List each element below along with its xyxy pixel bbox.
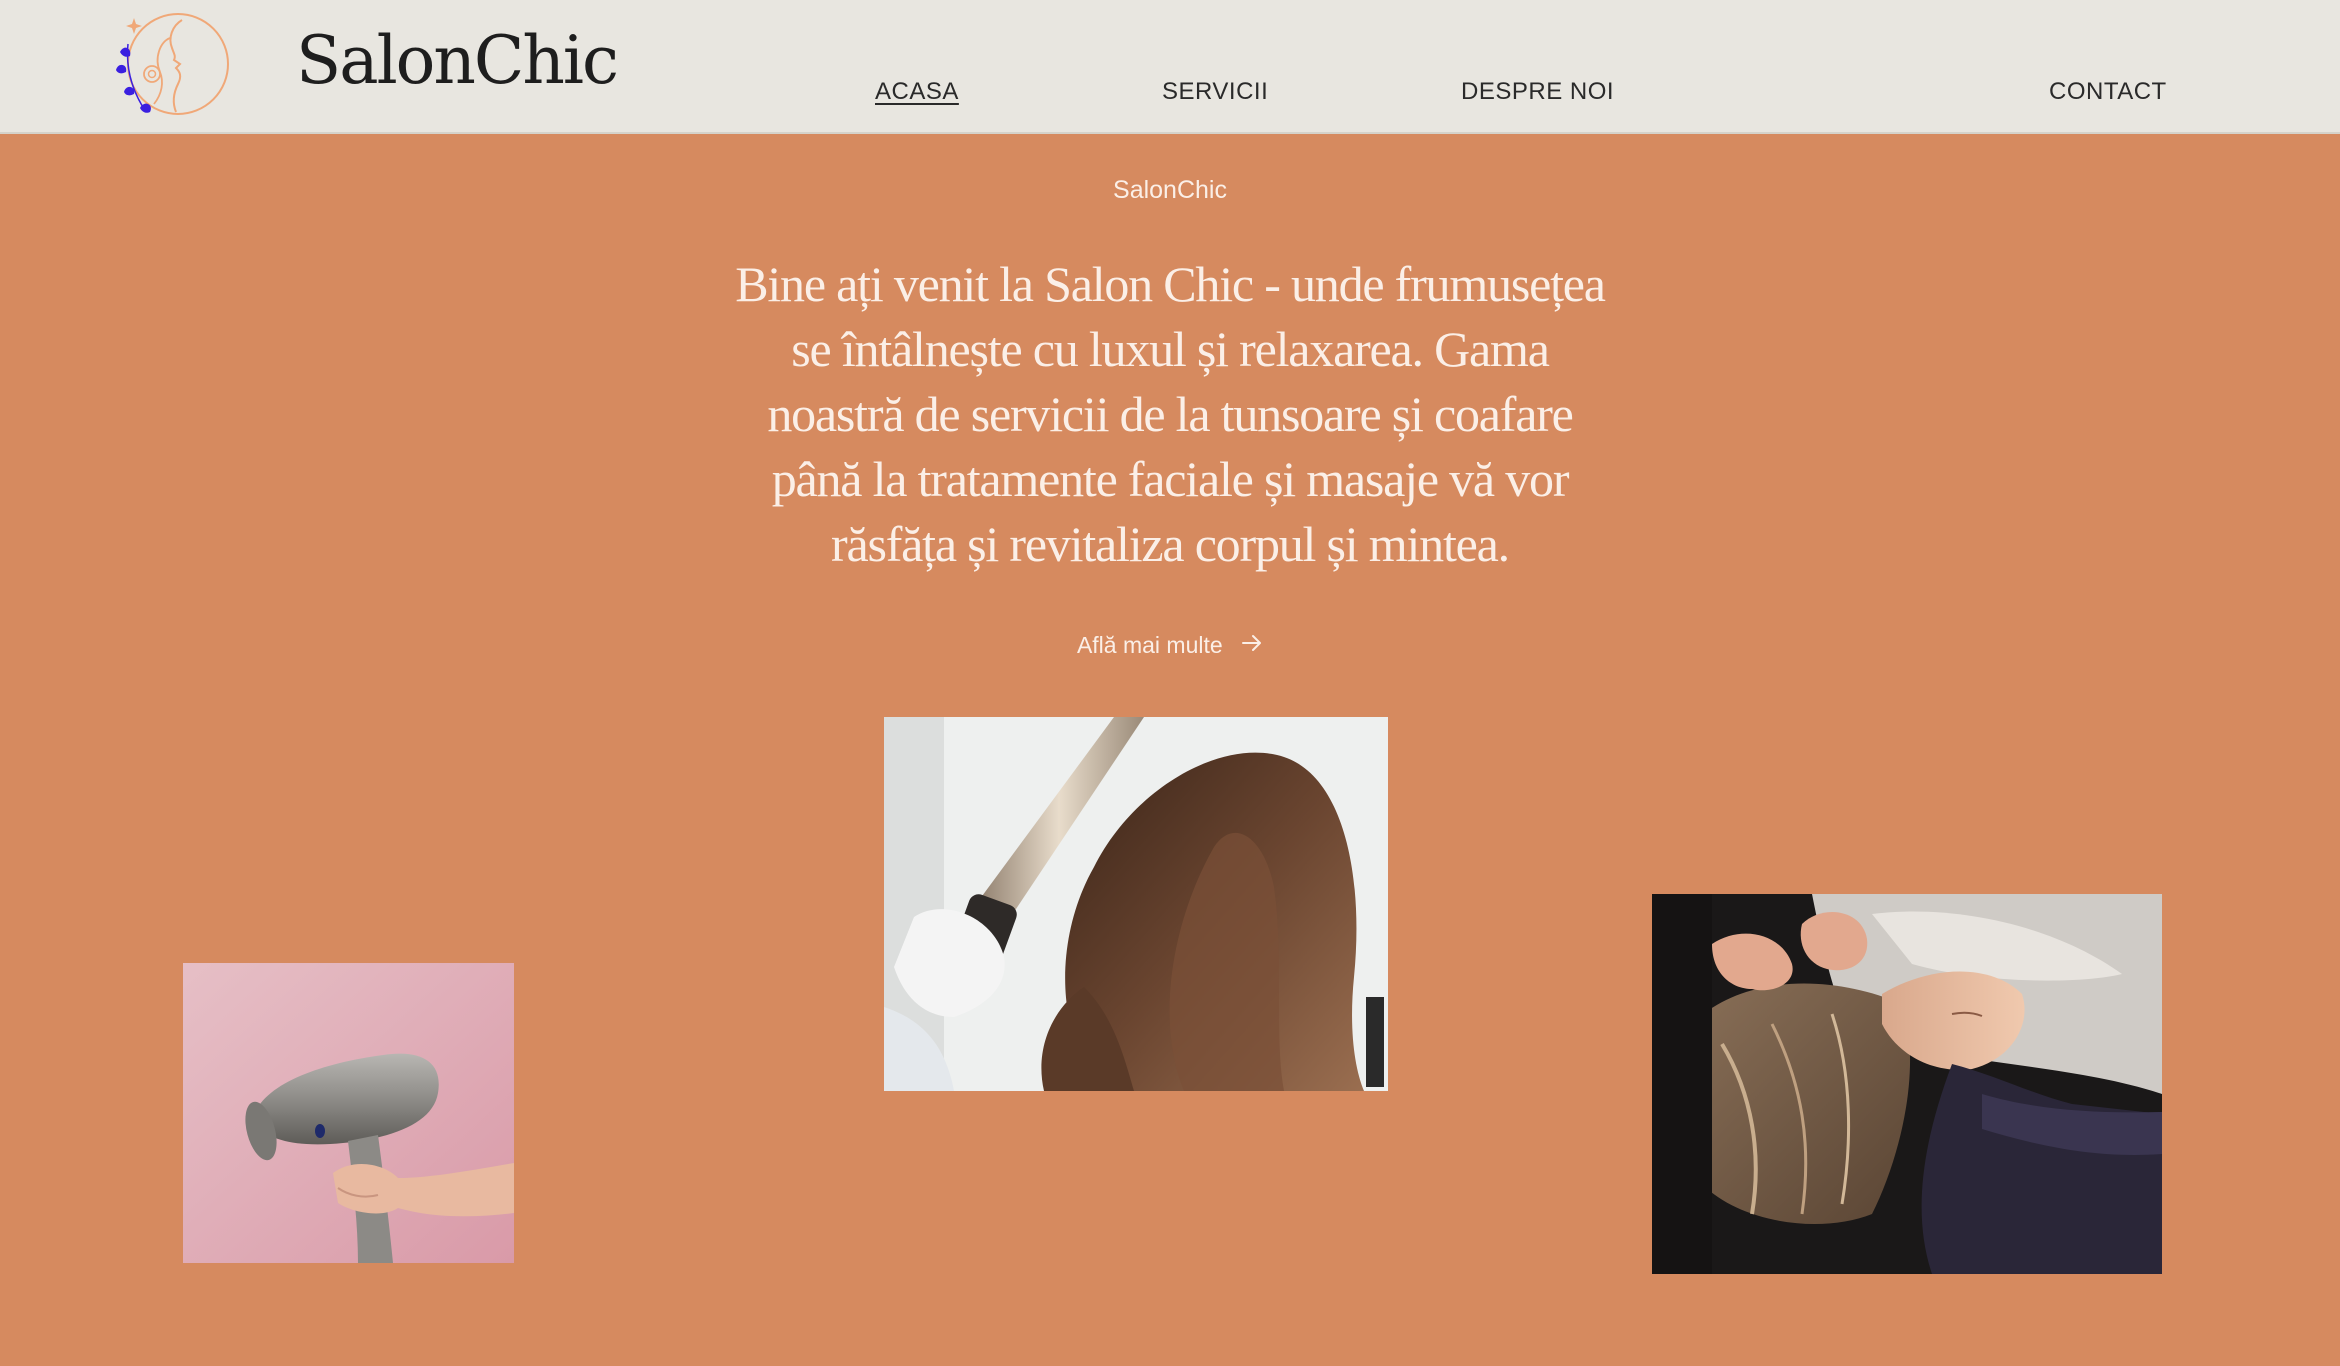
hair-curling-photo [884,717,1388,1091]
hair-wash-photo [1652,894,2162,1274]
learn-more-label: Află mai multe [1076,632,1223,658]
hero-headline: Bine ați venit la Salon Chic - unde frum… [735,256,1606,572]
learn-more-link[interactable]: Află mai multe [0,634,2340,657]
logo-icon[interactable] [110,8,235,120]
hero-eyebrow: SalonChic [1113,176,1227,204]
site-header: SalonChic ACASA SERVICII DESPRE NOI CONT… [0,0,2340,134]
hair-dryer-photo [183,963,514,1263]
brand-name[interactable]: SalonChic [296,28,619,94]
arrow-right-icon [1241,633,1263,656]
nav-item-services[interactable]: SERVICII [1162,80,1268,104]
nav-item-about[interactable]: DESPRE NOI [1461,80,1614,104]
nav-item-contact[interactable]: CONTACT [2049,80,2167,104]
nav-item-home[interactable]: ACASA [875,80,959,104]
